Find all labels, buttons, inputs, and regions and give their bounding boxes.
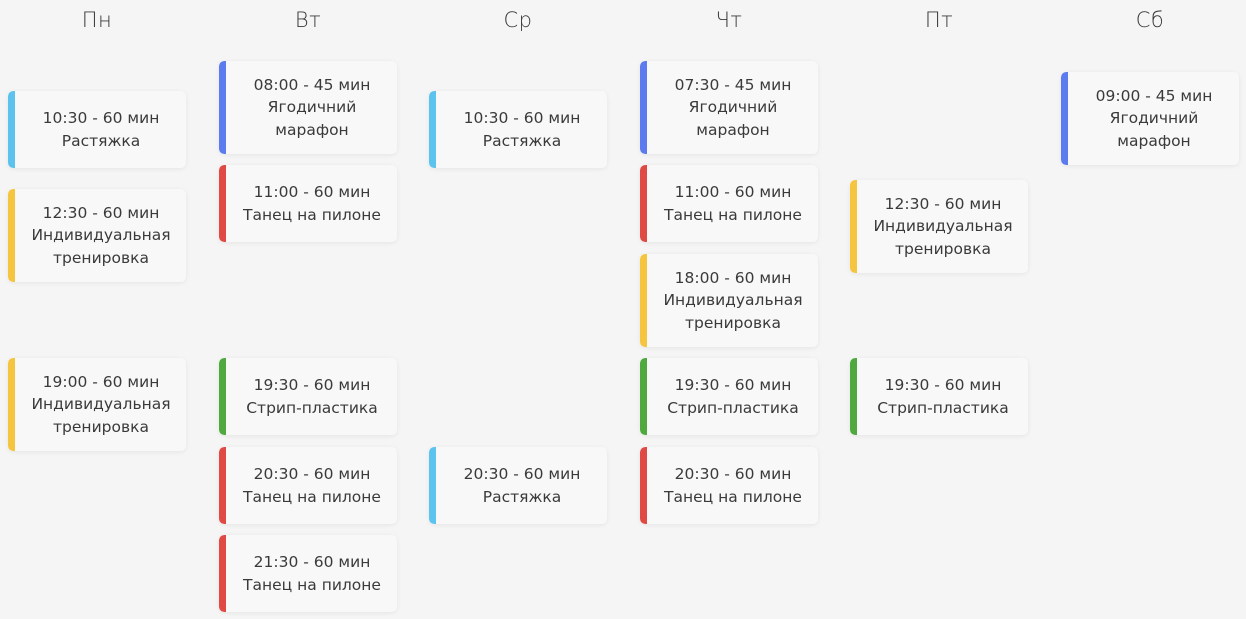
session-time: 20:30 - 60 мин — [463, 465, 581, 483]
session-name: Индивидуальная — [31, 226, 171, 245]
session-color-stripe — [219, 358, 226, 435]
session-color-stripe — [219, 535, 226, 612]
session-time: 21:30 - 60 мин — [253, 553, 371, 571]
session-card[interactable]: 07:30 - 45 мин Ягодичний марафон — [640, 61, 818, 154]
session-color-stripe — [640, 61, 647, 154]
session-time: 10:30 - 60 мин — [463, 109, 581, 127]
session-name: Танец на пилоне — [664, 205, 802, 224]
session-time: 09:00 - 45 мин — [1095, 86, 1213, 105]
session-card[interactable]: 20:30 - 60 мин Растяжка — [429, 447, 607, 524]
session-time: 20:30 - 60 мин — [674, 465, 792, 483]
session-name: марафон — [275, 120, 349, 139]
session-name: Стрип-пластика — [667, 398, 799, 417]
session-card[interactable]: 20:30 - 60 мин Танец на пилоне — [219, 447, 397, 524]
session-color-stripe — [219, 447, 226, 524]
session-name: Ягодичний — [1109, 109, 1199, 128]
session-color-stripe — [640, 358, 647, 435]
session-name: Растяжка — [482, 487, 562, 506]
day-header-wed: Ср — [503, 8, 533, 32]
session-time: 19:30 - 60 мин — [253, 376, 371, 394]
session-card[interactable]: 18:00 - 60 мин Индивидуальная тренировка — [640, 254, 818, 347]
session-name: тренировка — [53, 248, 149, 267]
session-color-stripe — [219, 61, 226, 154]
session-color-stripe — [8, 91, 15, 168]
session-card[interactable]: 19:30 - 60 мин Стрип-пластика — [850, 358, 1028, 435]
session-color-stripe — [850, 180, 857, 273]
session-card[interactable]: 10:30 - 60 мин Растяжка — [429, 91, 607, 168]
session-time: 12:30 - 60 мин — [42, 203, 160, 222]
session-name: Танец на пилоне — [243, 205, 381, 224]
session-name: марафон — [696, 120, 770, 139]
session-name: Индивидуальная — [31, 395, 171, 414]
session-time: 19:30 - 60 мин — [884, 376, 1002, 394]
session-name: тренировка — [685, 313, 781, 332]
session-name: тренировка — [53, 417, 149, 436]
session-time: 18:00 - 60 мин — [674, 268, 792, 287]
session-card[interactable]: 12:30 - 60 мин Индивидуальная тренировка — [8, 189, 186, 282]
session-time: 08:00 - 45 мин — [253, 75, 371, 94]
session-name: Стрип-пластика — [877, 398, 1009, 417]
day-header-fri: Пт — [924, 8, 954, 32]
session-time: 19:30 - 60 мин — [674, 376, 792, 394]
session-name: Стрип-пластика — [246, 398, 378, 417]
session-name: Танец на пилоне — [664, 487, 802, 506]
session-color-stripe — [640, 165, 647, 242]
session-color-stripe — [8, 358, 15, 451]
session-color-stripe — [850, 358, 857, 435]
day-header-thu: Чт — [715, 8, 743, 32]
session-card[interactable]: 19:30 - 60 мин Стрип-пластика — [640, 358, 818, 435]
session-time: 12:30 - 60 мин — [884, 194, 1002, 213]
session-card[interactable]: 20:30 - 60 мин Танец на пилоне — [640, 447, 818, 524]
session-card[interactable]: 21:30 - 60 мин Танец на пилоне — [219, 535, 397, 612]
session-color-stripe — [640, 447, 647, 524]
session-name: Танец на пилоне — [243, 575, 381, 594]
session-name: Индивидуальная — [663, 291, 803, 310]
session-card[interactable]: 12:30 - 60 мин Индивидуальная тренировка — [850, 180, 1028, 273]
session-name: Растяжка — [482, 131, 562, 150]
session-name: Ягодичний — [267, 98, 357, 117]
session-color-stripe — [429, 91, 436, 168]
session-card[interactable]: 11:00 - 60 мин Танец на пилоне — [640, 165, 818, 242]
session-name: Ягодичний — [688, 98, 778, 117]
day-header-mon: Пн — [81, 8, 113, 32]
session-time: 11:00 - 60 мин — [253, 183, 371, 201]
session-card[interactable]: 19:00 - 60 мин Индивидуальная тренировка — [8, 358, 186, 451]
session-color-stripe — [219, 165, 226, 242]
session-card[interactable]: 19:30 - 60 мин Стрип-пластика — [219, 358, 397, 435]
session-time: 11:00 - 60 мин — [674, 183, 792, 201]
session-time: 10:30 - 60 мин — [42, 109, 160, 127]
session-name: Танец на пилоне — [243, 487, 381, 506]
session-card[interactable]: 08:00 - 45 мин Ягодичний марафон — [219, 61, 397, 154]
session-name: Растяжка — [61, 131, 141, 150]
session-name: марафон — [1117, 131, 1191, 150]
session-card[interactable]: 10:30 - 60 мин Растяжка — [8, 91, 186, 168]
session-name: тренировка — [895, 239, 991, 258]
session-time: 20:30 - 60 мин — [253, 465, 371, 483]
day-header-sat: Сб — [1135, 8, 1165, 32]
session-time: 19:00 - 60 мин — [42, 372, 160, 391]
session-color-stripe — [1061, 72, 1068, 165]
session-color-stripe — [429, 447, 436, 524]
session-card[interactable]: 11:00 - 60 мин Танец на пилоне — [219, 165, 397, 242]
session-color-stripe — [640, 254, 647, 347]
day-header-tue: Вт — [294, 8, 322, 32]
session-card[interactable]: 09:00 - 45 мин Ягодичний марафон — [1061, 72, 1239, 165]
session-color-stripe — [8, 189, 15, 282]
session-time: 07:30 - 45 мин — [674, 75, 792, 94]
session-name: Индивидуальная — [873, 217, 1013, 236]
